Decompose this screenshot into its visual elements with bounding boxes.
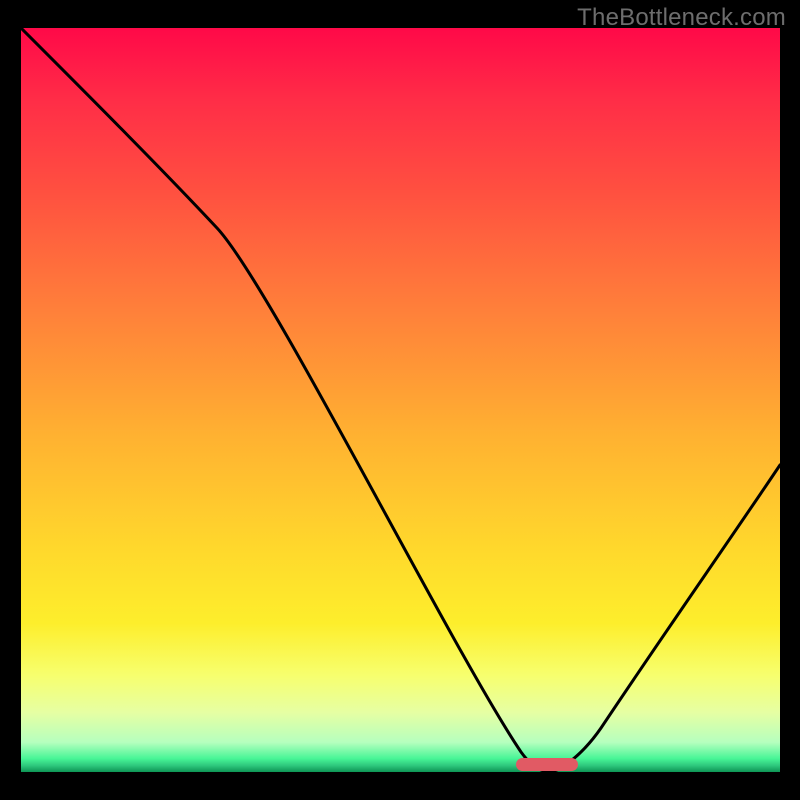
optimal-zone-marker (516, 758, 578, 771)
chart-frame: TheBottleneck.com (0, 0, 800, 800)
bottleneck-curve-path (21, 28, 780, 772)
watermark-text: TheBottleneck.com (577, 4, 786, 32)
bottleneck-curve-svg (21, 28, 780, 772)
